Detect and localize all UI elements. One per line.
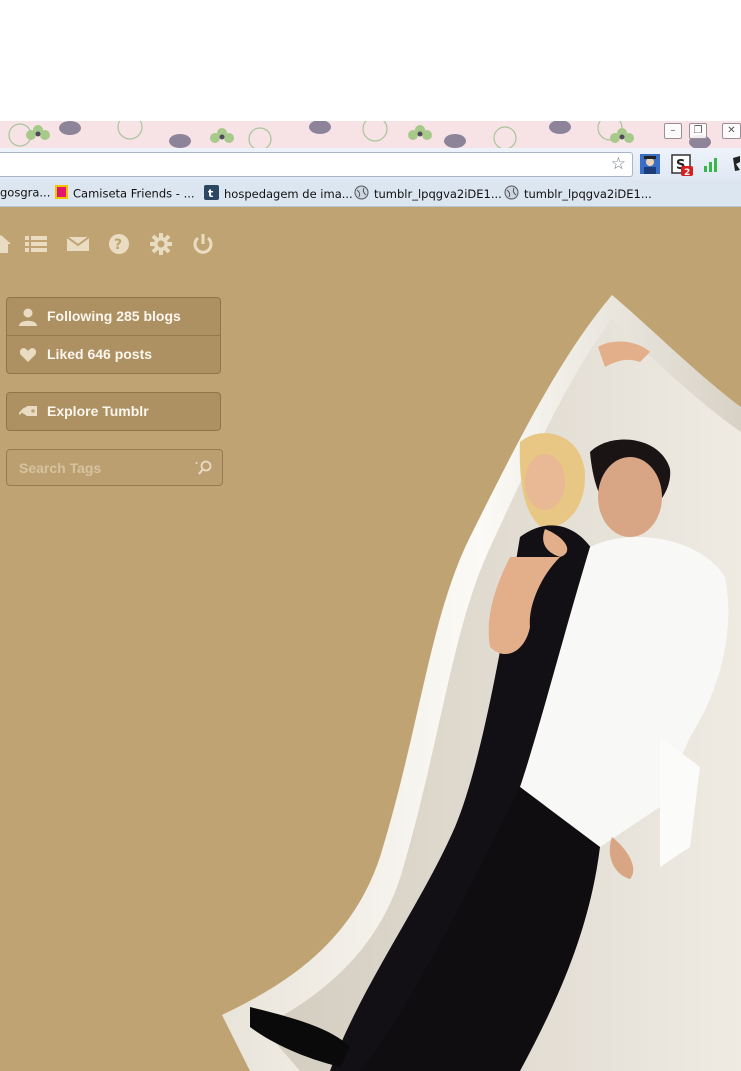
address-bar[interactable]: ☆ bbox=[0, 152, 633, 177]
help-icon[interactable]: ? bbox=[108, 233, 130, 255]
power-icon[interactable] bbox=[192, 233, 214, 255]
bookmark-label: gosgra... bbox=[0, 185, 51, 200]
activity-panel: Following 285 blogs Liked 646 posts bbox=[6, 297, 221, 374]
tags-icon bbox=[19, 406, 37, 416]
floral-theme-pattern bbox=[8, 121, 711, 148]
bookmark-label: hospedagem de ima... bbox=[224, 187, 353, 201]
tumblr-favicon-icon: t bbox=[204, 185, 219, 203]
bookmark-item[interactable]: tumblr_lpqgva2iDE1... bbox=[504, 185, 652, 203]
liked-link[interactable]: Liked 646 posts bbox=[7, 335, 220, 373]
explore-label: Explore Tumblr bbox=[47, 403, 149, 419]
wrench-menu-icon[interactable] bbox=[731, 154, 741, 174]
bookmark-item[interactable]: t hospedagem de ima... bbox=[204, 185, 353, 203]
svg-text:2: 2 bbox=[684, 168, 690, 176]
bookmark-label: tumblr_lpqgva2iDE1... bbox=[524, 187, 652, 201]
globe-icon bbox=[354, 185, 369, 203]
s-extension-icon[interactable]: S2 bbox=[671, 154, 693, 178]
close-button[interactable]: ✕ bbox=[722, 123, 741, 139]
following-link[interactable]: Following 285 blogs bbox=[7, 298, 220, 335]
svg-text:?: ? bbox=[114, 237, 122, 253]
globe-icon bbox=[504, 185, 519, 203]
maximize-button[interactable]: ❐ bbox=[689, 123, 707, 139]
bookmark-item[interactable]: Camiseta Friends - ... bbox=[55, 185, 195, 202]
bookmark-label: tumblr_lpqgva2iDE1... bbox=[374, 187, 502, 201]
pink-favicon-icon bbox=[55, 185, 68, 202]
bookmark-item[interactable]: gosgra... bbox=[0, 185, 50, 200]
search-icon[interactable] bbox=[195, 460, 213, 476]
tumblr-dashboard: ? Following 285 blogs Liked 646 posts Ex… bbox=[0, 207, 741, 1071]
home-icon[interactable] bbox=[0, 233, 12, 255]
heart-icon bbox=[19, 348, 37, 362]
bookmarks-bar: gosgra... Camiseta Friends - ... t hosped… bbox=[0, 180, 741, 207]
bookmark-item[interactable]: tumblr_lpqgva2iDE1... bbox=[354, 185, 502, 203]
bookmark-label: Camiseta Friends - ... bbox=[73, 186, 195, 201]
minimize-button[interactable]: – bbox=[664, 123, 682, 139]
explore-link[interactable]: Explore Tumblr bbox=[7, 393, 220, 430]
bookmark-star-icon[interactable]: ☆ bbox=[611, 154, 626, 174]
gear-icon[interactable] bbox=[150, 233, 172, 255]
search-tags-box bbox=[6, 449, 223, 486]
avatar-extension-icon[interactable] bbox=[640, 154, 660, 174]
search-tags-input[interactable] bbox=[17, 458, 191, 478]
liked-label: Liked 646 posts bbox=[47, 346, 153, 362]
svg-text:t: t bbox=[208, 187, 213, 200]
window-titlebar: – ❐ ✕ bbox=[0, 121, 741, 148]
browser-toolbar: ☆ S2 bbox=[0, 148, 741, 180]
following-label: Following 285 blogs bbox=[47, 308, 181, 324]
explore-panel: Explore Tumblr bbox=[6, 392, 221, 431]
signal-bars-icon[interactable] bbox=[702, 154, 722, 174]
list-icon[interactable] bbox=[25, 233, 47, 255]
mail-icon[interactable] bbox=[67, 233, 89, 255]
user-icon bbox=[19, 308, 37, 326]
